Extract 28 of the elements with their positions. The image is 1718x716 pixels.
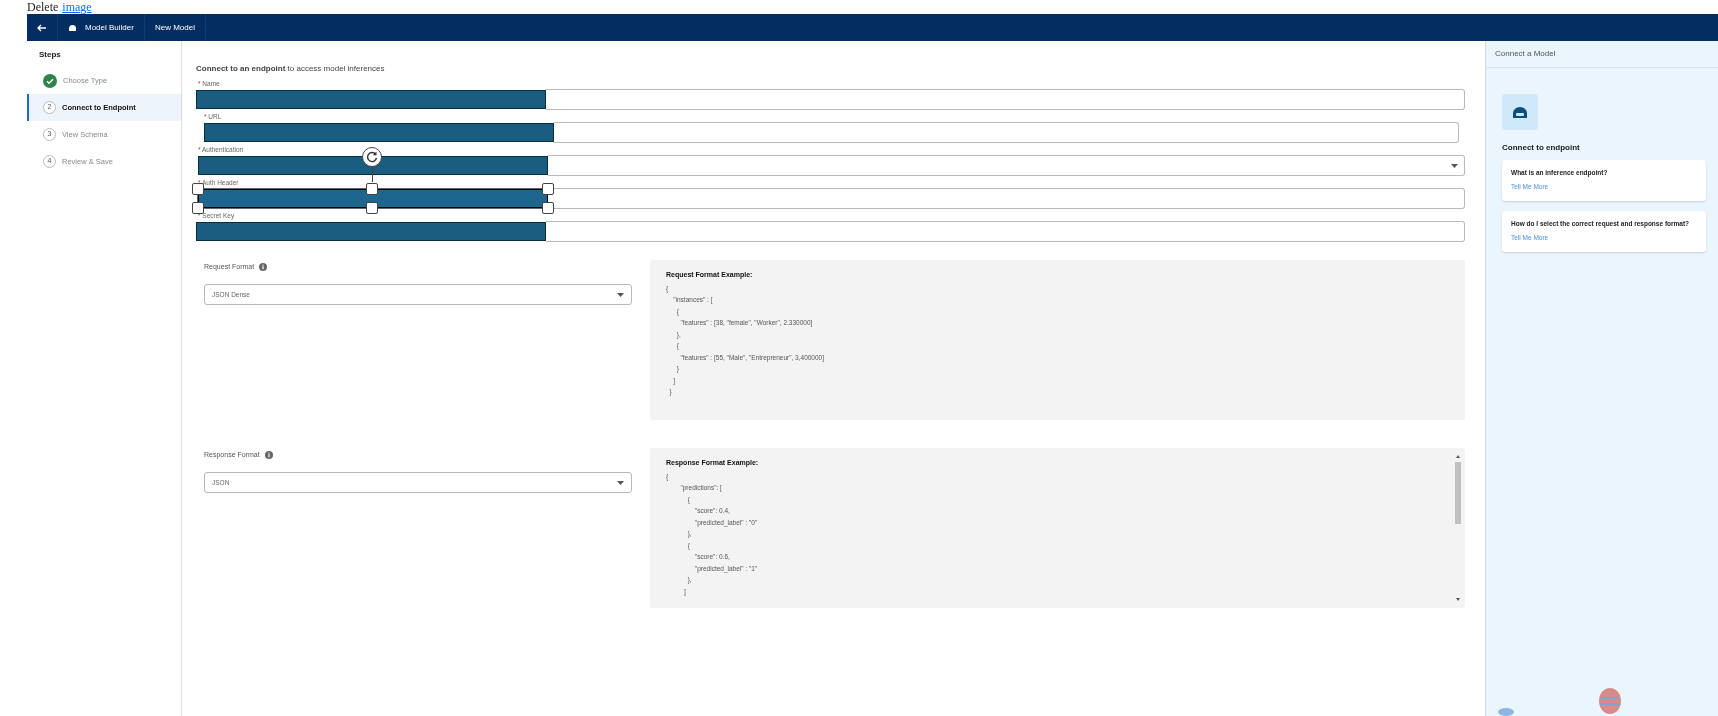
- panel-title: Connect a Model: [1486, 41, 1718, 68]
- resize-handle[interactable]: [366, 183, 378, 195]
- input-field[interactable]: [546, 221, 1465, 242]
- resize-handle[interactable]: [542, 183, 554, 195]
- breadcrumb-link[interactable]: New Model: [154, 21, 195, 34]
- caret-icon: [617, 480, 624, 485]
- input-field[interactable]: [554, 122, 1459, 143]
- back-arrow-icon[interactable]: [37, 23, 47, 32]
- info-icon[interactable]: [259, 263, 268, 271]
- rotate-handle[interactable]: [362, 147, 382, 167]
- select-field[interactable]: [548, 155, 1465, 176]
- form-heading: Connect to an endpoint to access model inferences: [196, 63, 386, 75]
- panel-heading: Connect to endpoint: [1502, 142, 1581, 154]
- resize-handle[interactable]: [192, 183, 204, 195]
- resize-handle[interactable]: [366, 202, 378, 214]
- check-circle-icon: [43, 73, 57, 88]
- caret-icon: [617, 292, 624, 297]
- input-field[interactable]: [546, 89, 1465, 110]
- image-link[interactable]: image: [62, 0, 92, 14]
- home-icon: [68, 23, 77, 32]
- resize-handle[interactable]: [542, 202, 554, 214]
- page-title: Delete: [27, 0, 59, 14]
- caret-icon: [1451, 163, 1458, 168]
- info-icon[interactable]: [264, 451, 273, 459]
- steps-title: Steps: [38, 49, 62, 61]
- breadcrumb-link[interactable]: Model Builder: [85, 21, 134, 34]
- resize-handle[interactable]: [192, 202, 204, 214]
- input-field[interactable]: [548, 188, 1465, 209]
